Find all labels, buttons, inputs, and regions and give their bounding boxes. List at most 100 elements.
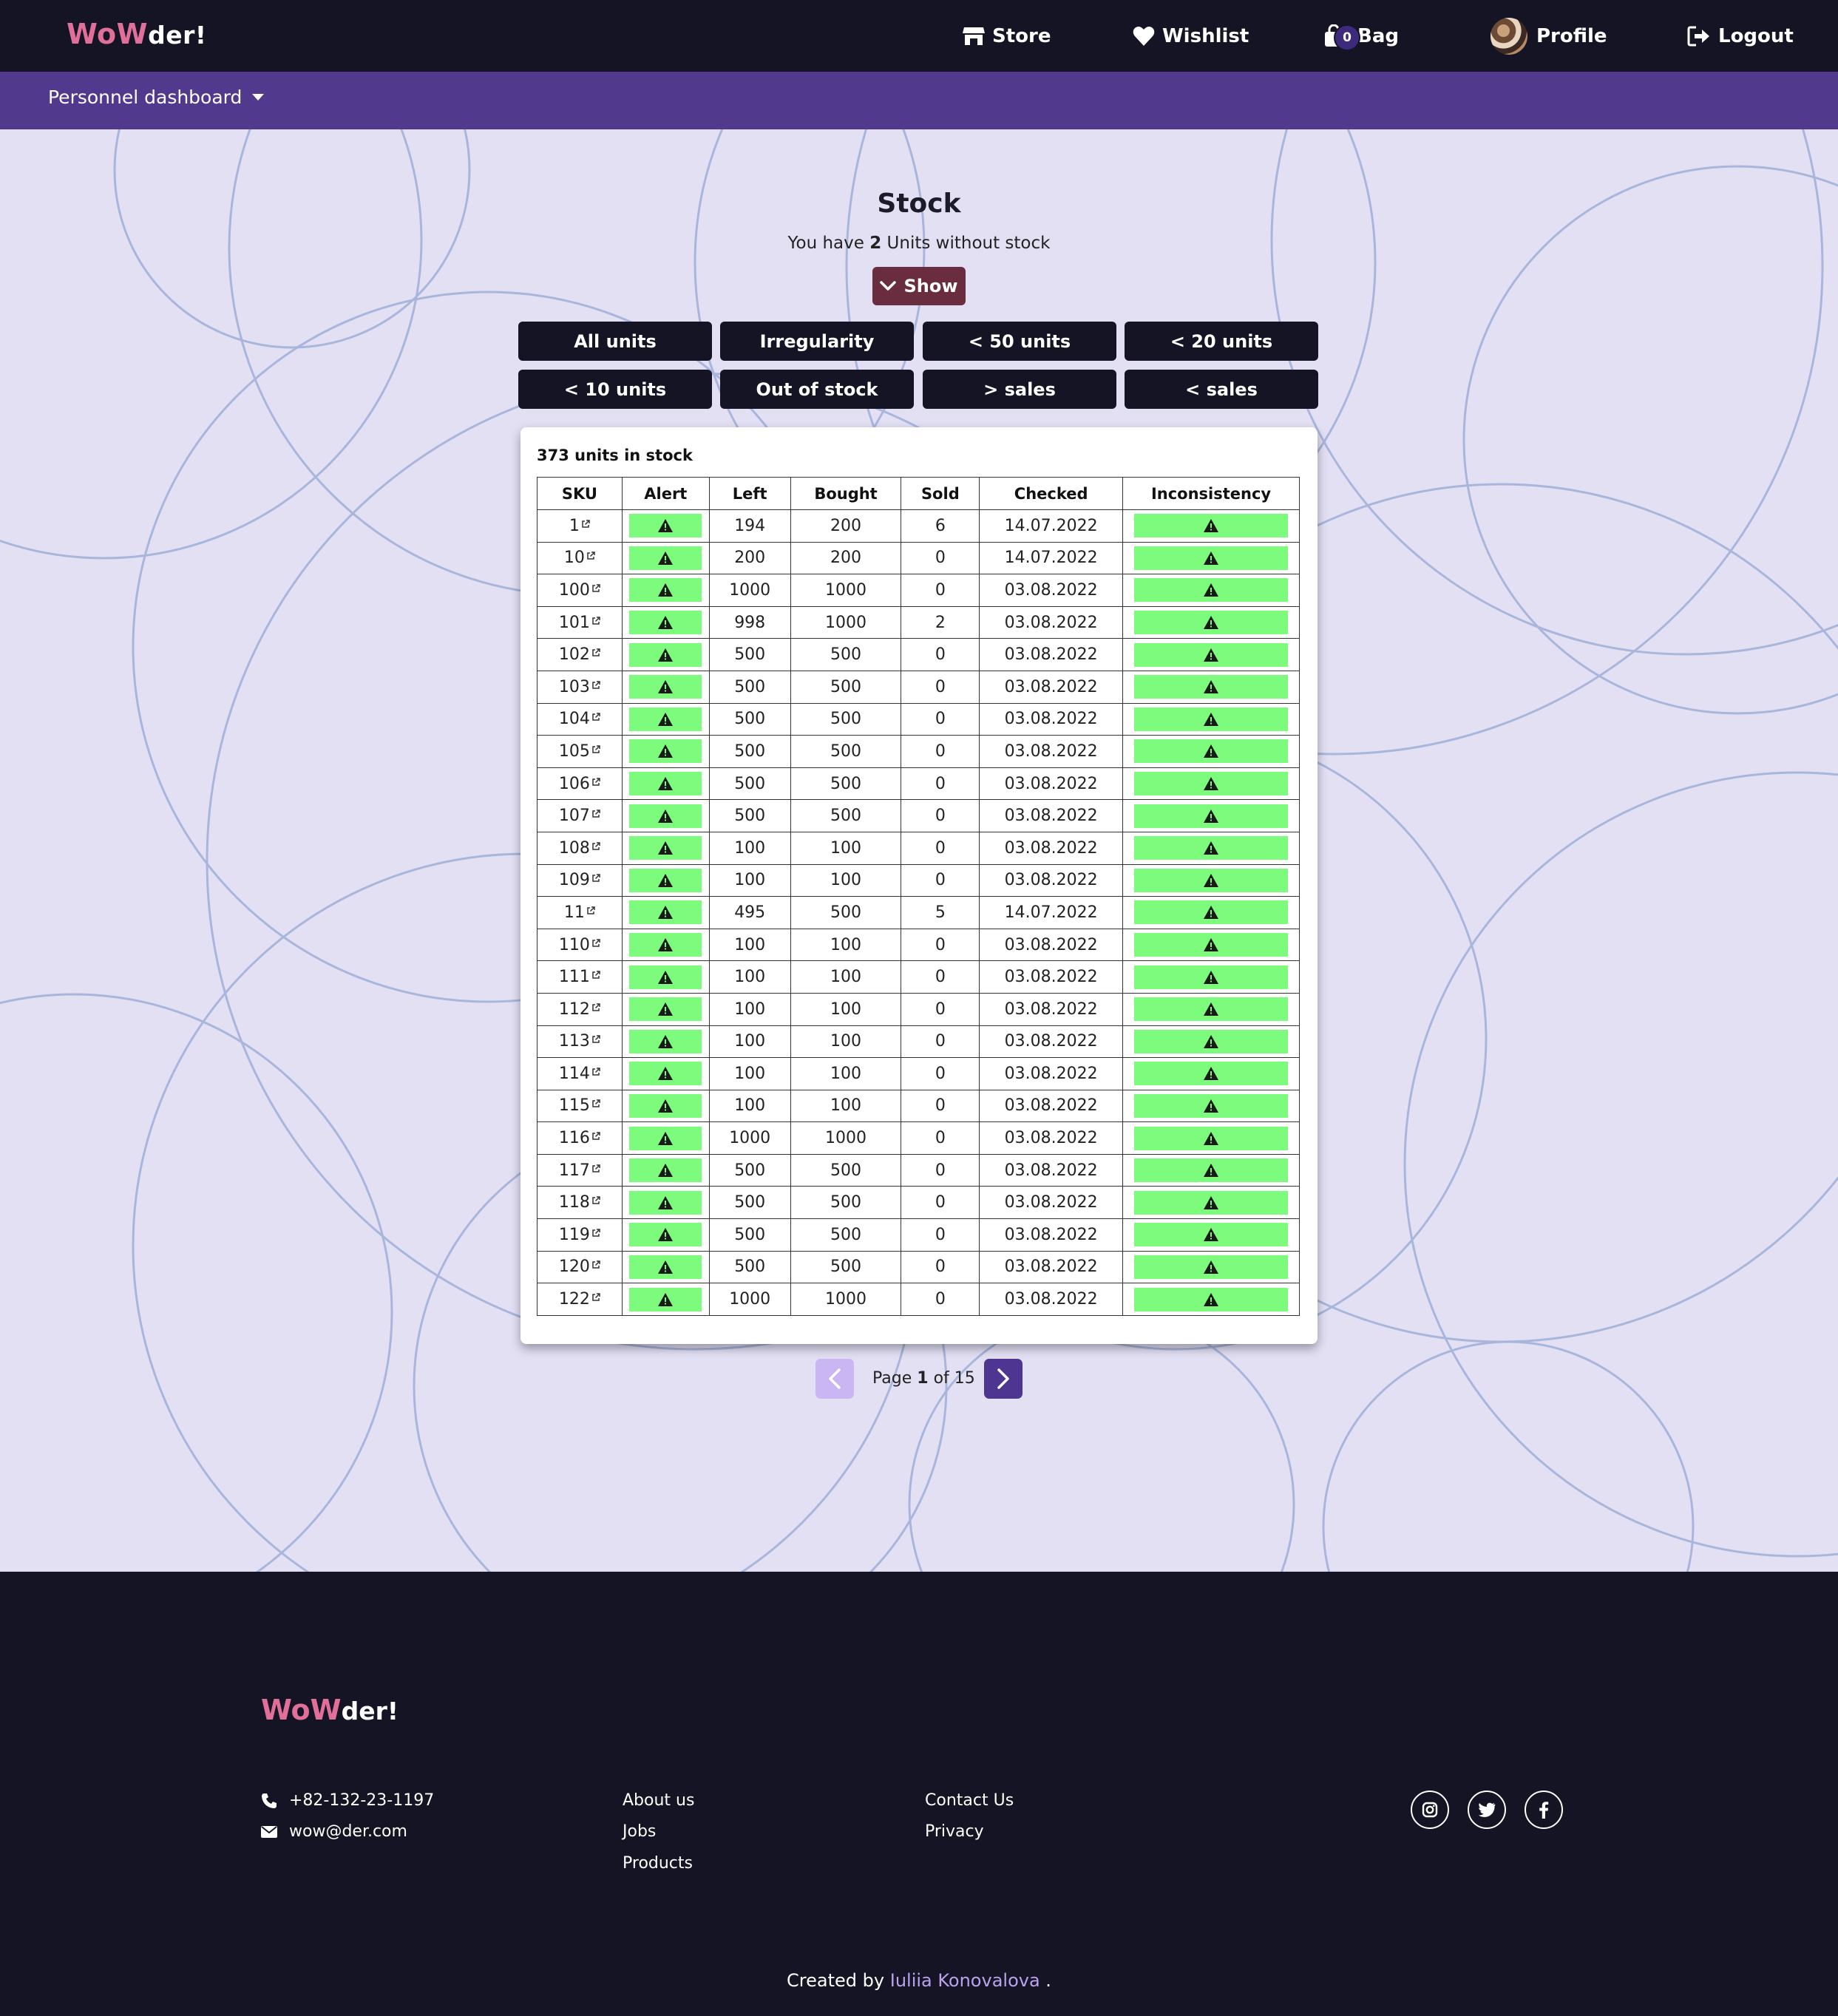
twitter-link[interactable] <box>1468 1791 1506 1829</box>
sku-cell[interactable]: 117 <box>537 1153 623 1187</box>
sku-cell[interactable]: 1 <box>537 509 623 543</box>
sku-link[interactable]: 11 <box>564 903 595 922</box>
brand-logo[interactable]: WoWder! <box>67 18 206 50</box>
footer-link-contact-us[interactable]: Contact Us <box>925 1791 1014 1810</box>
alert-cell <box>621 1283 710 1316</box>
footer-link-jobs[interactable]: Jobs <box>623 1822 656 1841</box>
bought-cell: 100 <box>790 1057 902 1090</box>
checked-cell: 03.08.2022 <box>979 1250 1124 1284</box>
footer-link-about-us[interactable]: About us <box>623 1791 694 1810</box>
sku-link[interactable]: 122 <box>559 1290 600 1309</box>
left-cell: 100 <box>708 928 791 962</box>
sku-link[interactable]: 104 <box>559 710 600 728</box>
inconsistency-cell <box>1122 1057 1300 1090</box>
sku-link[interactable]: 100 <box>559 581 600 600</box>
nav-bag[interactable]: 0 Bag <box>1323 0 1399 72</box>
sku-link[interactable]: 108 <box>559 839 600 858</box>
filter-all-units[interactable]: All units <box>518 322 712 361</box>
sku-cell[interactable]: 122 <box>537 1283 623 1316</box>
page-prefix: Page <box>872 1369 912 1388</box>
sku-link[interactable]: 115 <box>559 1096 600 1115</box>
nav-profile[interactable]: Profile <box>1491 0 1607 72</box>
sku-cell[interactable]: 10 <box>537 541 623 575</box>
next-page-button[interactable] <box>984 1359 1023 1399</box>
alert-indicator <box>629 836 702 861</box>
footer-link-privacy[interactable]: Privacy <box>925 1822 984 1841</box>
show-button[interactable]: Show <box>872 267 966 305</box>
sku-link[interactable]: 119 <box>559 1226 600 1244</box>
col-checked: Checked <box>979 477 1124 510</box>
nav-logout[interactable]: Logout <box>1687 0 1794 72</box>
sku-cell[interactable]: 100 <box>537 574 623 607</box>
sku-cell[interactable]: 11 <box>537 896 623 929</box>
external-link-icon <box>592 1293 600 1301</box>
sku-cell[interactable]: 109 <box>537 863 623 897</box>
sku-cell[interactable]: 107 <box>537 799 623 832</box>
instagram-link[interactable] <box>1411 1791 1449 1829</box>
sku-link[interactable]: 114 <box>559 1065 600 1083</box>
sku-cell[interactable]: 114 <box>537 1057 623 1090</box>
sku-link[interactable]: 112 <box>559 1000 600 1019</box>
footer-logo[interactable]: WoWder! <box>261 1694 399 1726</box>
sku-cell[interactable]: 108 <box>537 831 623 865</box>
sku-link[interactable]: 111 <box>559 968 600 986</box>
filter-irregularity[interactable]: Irregularity <box>720 322 914 361</box>
sku-link[interactable]: 118 <box>559 1193 600 1212</box>
sku-cell[interactable]: 115 <box>537 1089 623 1123</box>
sku-cell[interactable]: 119 <box>537 1218 623 1252</box>
sku-link[interactable]: 120 <box>559 1258 600 1276</box>
sku-cell[interactable]: 116 <box>537 1121 623 1155</box>
filter-less-10-units[interactable]: < 10 units <box>518 370 712 409</box>
warning-icon <box>1204 1002 1219 1017</box>
sku-link[interactable]: 102 <box>559 645 600 664</box>
sku-link[interactable]: 113 <box>559 1032 600 1051</box>
inconsistency-cell <box>1122 1025 1300 1059</box>
footer-link-products[interactable]: Products <box>623 1854 693 1873</box>
previous-page-button[interactable] <box>815 1359 854 1399</box>
sku-cell[interactable]: 104 <box>537 702 623 736</box>
col-sku: SKU <box>537 477 623 510</box>
left-cell: 500 <box>708 799 791 832</box>
sku-cell[interactable]: 105 <box>537 735 623 768</box>
bag-count-badge: 0 <box>1334 24 1360 51</box>
external-link-icon <box>592 713 600 722</box>
sku-link[interactable]: 101 <box>559 614 600 632</box>
sku-cell[interactable]: 102 <box>537 638 623 671</box>
sku-cell[interactable]: 113 <box>537 1025 623 1059</box>
checked-cell: 03.08.2022 <box>979 1089 1124 1123</box>
sku-link[interactable]: 110 <box>559 936 600 954</box>
author-link[interactable]: Iuliia Konovalova <box>890 1970 1040 1991</box>
filter-less-sales[interactable]: < sales <box>1125 370 1318 409</box>
left-cell: 100 <box>708 831 791 865</box>
table-row: 107 500 500 0 03.08.2022 <box>537 799 1300 832</box>
sku-cell[interactable]: 111 <box>537 960 623 994</box>
filter-less-50-units[interactable]: < 50 units <box>923 322 1116 361</box>
nav-wishlist[interactable]: Wishlist <box>1133 0 1249 72</box>
inconsistency-cell <box>1122 638 1300 671</box>
sku-link[interactable]: 117 <box>559 1161 600 1180</box>
sku-cell[interactable]: 101 <box>537 605 623 639</box>
facebook-link[interactable] <box>1525 1791 1563 1829</box>
filter-out-of-stock[interactable]: Out of stock <box>720 370 914 409</box>
sku-link[interactable]: 103 <box>559 678 600 696</box>
sku-cell[interactable]: 103 <box>537 670 623 704</box>
sku-link[interactable]: 109 <box>559 871 600 889</box>
nav-store[interactable]: Store <box>963 0 1051 72</box>
filter-less-20-units[interactable]: < 20 units <box>1125 322 1318 361</box>
bought-cell: 100 <box>790 863 902 897</box>
sku-cell[interactable]: 120 <box>537 1250 623 1284</box>
filter-more-sales[interactable]: > sales <box>923 370 1116 409</box>
sku-cell[interactable]: 118 <box>537 1186 623 1220</box>
personnel-dashboard-dropdown[interactable]: Personnel dashboard <box>48 86 265 108</box>
inconsistency-cell <box>1122 605 1300 639</box>
sku-cell[interactable]: 112 <box>537 992 623 1026</box>
sku-cell[interactable]: 106 <box>537 767 623 801</box>
sku-link[interactable]: 10 <box>564 549 595 567</box>
sku-link[interactable]: 116 <box>559 1129 600 1147</box>
sku-link[interactable]: 107 <box>559 807 600 825</box>
sku-link[interactable]: 1 <box>569 517 590 535</box>
chevron-left-icon <box>829 1368 841 1389</box>
sku-cell[interactable]: 110 <box>537 928 623 962</box>
sku-link[interactable]: 105 <box>559 742 600 761</box>
sku-link[interactable]: 106 <box>559 775 600 793</box>
